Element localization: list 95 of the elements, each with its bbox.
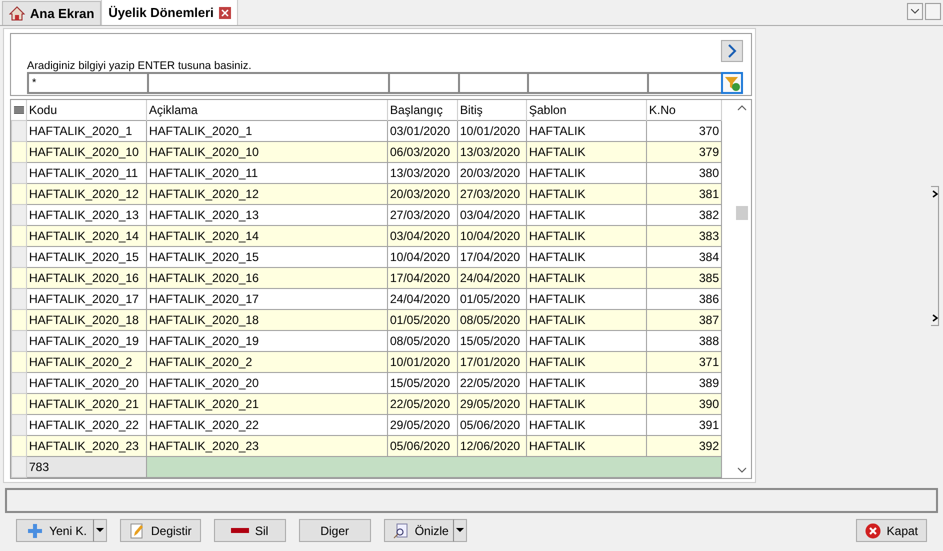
- close-button[interactable]: Kapat: [856, 519, 927, 542]
- table-cell: HAFTALIK: [526, 310, 646, 330]
- table-cell: HAFTALIK_2020_12: [146, 184, 388, 204]
- table-cell: HAFTALIK_2020_23: [146, 436, 388, 456]
- table-cell: HAFTALIK_2020_16: [26, 268, 146, 288]
- table-cell: HAFTALIK: [526, 394, 646, 414]
- column-header[interactable]: Kodu: [26, 100, 146, 120]
- table-cell: 10/04/2020: [458, 226, 526, 246]
- table-cell: 383: [646, 226, 722, 246]
- table-cell: 392: [646, 436, 722, 456]
- table-cell: 01/05/2020: [388, 310, 458, 330]
- dropdown-button[interactable]: [94, 519, 107, 542]
- table-cell: 371: [646, 352, 722, 372]
- search-hint: Aradiginiz bilgiyi yazip ENTER tusuna basiniz.: [27, 59, 252, 74]
- toolbar-button[interactable]: Diger: [298, 519, 371, 542]
- table-cell: HAFTALIK_2020_23: [26, 436, 146, 456]
- close-icon[interactable]: [218, 6, 231, 18]
- toolbar-button[interactable]: Sil: [214, 519, 286, 542]
- toolbar-button[interactable]: Yeni K.: [16, 519, 94, 542]
- plus-icon: [27, 522, 44, 538]
- column-header[interactable]: Şablon: [526, 100, 646, 120]
- table-cell: 387: [646, 310, 722, 330]
- tab[interactable]: Ana Ekran: [2, 1, 102, 25]
- table-cell: HAFTALIK_2020_18: [146, 310, 388, 330]
- table-cell: 381: [646, 184, 722, 204]
- table-cell: 27/03/2020: [458, 184, 526, 204]
- table-cell: HAFTALIK_2020_10: [146, 142, 388, 162]
- table-cell: 17/04/2020: [388, 268, 458, 288]
- tab[interactable]: Üyelik Dönemleri: [101, 0, 238, 25]
- table-cell: HAFTALIK_2020_1: [146, 120, 388, 142]
- dropdown-button[interactable]: [454, 519, 467, 542]
- chevron-right-icon: [727, 44, 737, 58]
- table-cell: HAFTALIK_2020_2: [146, 352, 388, 372]
- table-cell: HAFTALIK: [526, 436, 646, 456]
- pencil-icon: [129, 522, 145, 538]
- table-cell: 03/04/2020: [388, 226, 458, 246]
- table-cell: HAFTALIK_2020_12: [26, 184, 146, 204]
- scroll-up-icon[interactable]: [737, 104, 747, 112]
- table-cell: 17/01/2020: [458, 352, 526, 372]
- table-cell: HAFTALIK: [526, 352, 646, 372]
- table-cell: 12/06/2020: [458, 436, 526, 456]
- caret-icon: [96, 528, 104, 533]
- splitter-handle[interactable]: [931, 186, 939, 326]
- house-icon: [9, 6, 25, 21]
- table-cell: 385: [646, 268, 722, 288]
- table-cell: HAFTALIK_2020_16: [146, 268, 388, 288]
- table-cell: 379: [646, 142, 722, 162]
- table-cell: HAFTALIK_2020_21: [26, 394, 146, 414]
- record-count: 783: [26, 456, 146, 478]
- table-cell: HAFTALIK: [526, 142, 646, 162]
- table-cell: 24/04/2020: [458, 268, 526, 288]
- table-cell: HAFTALIK_2020_14: [26, 226, 146, 246]
- column-header[interactable]: Başlangıç: [388, 100, 458, 120]
- table-cell: 20/03/2020: [388, 184, 458, 204]
- column-header[interactable]: Bitiş: [458, 100, 526, 120]
- funnel-icon: [724, 75, 740, 91]
- table-cell: HAFTALIK: [526, 184, 646, 204]
- table-cell: HAFTALIK_2020_18: [26, 310, 146, 330]
- table-cell: 29/05/2020: [458, 394, 526, 414]
- minus-icon: [231, 528, 250, 534]
- next-button[interactable]: [721, 40, 743, 62]
- caret-icon: [911, 9, 919, 14]
- table-cell: 10/01/2020: [388, 352, 458, 372]
- table-cell: 08/05/2020: [458, 310, 526, 330]
- table-cell: 390: [646, 394, 722, 414]
- caret-icon: [456, 528, 464, 533]
- column-menu-icon[interactable]: [12, 100, 26, 120]
- table-cell: HAFTALIK_2020_2: [26, 352, 146, 372]
- table-cell: HAFTALIK: [526, 120, 646, 142]
- table-cell: 05/06/2020: [388, 436, 458, 456]
- table-cell: HAFTALIK: [526, 268, 646, 288]
- close-icon: [864, 522, 881, 538]
- filter-field[interactable]: *: [27, 72, 147, 94]
- table-cell: HAFTALIK_2020_21: [146, 394, 388, 414]
- filter-field[interactable]: [458, 72, 527, 94]
- column-header[interactable]: K.No: [646, 100, 722, 120]
- table-cell: 13/03/2020: [458, 142, 526, 162]
- table-cell: HAFTALIK_2020_10: [26, 142, 146, 162]
- scroll-thumb[interactable]: [736, 206, 748, 220]
- table-cell: 06/03/2020: [388, 142, 458, 162]
- table-cell: HAFTALIK_2020_14: [146, 226, 388, 246]
- magnifier-icon: [392, 522, 409, 538]
- filter-field[interactable]: [647, 72, 722, 94]
- filter-button[interactable]: [721, 72, 743, 94]
- table-cell: HAFTALIK_2020_1: [26, 120, 146, 142]
- filter-field[interactable]: [527, 72, 647, 94]
- scroll-down-icon[interactable]: [737, 466, 747, 474]
- toolbar-button[interactable]: Önizle: [384, 519, 454, 542]
- filter-field[interactable]: [147, 72, 388, 94]
- column-header[interactable]: Açiklama: [146, 100, 388, 120]
- table-cell: HAFTALIK: [526, 226, 646, 246]
- toolbar-button[interactable]: Degistir: [120, 519, 201, 542]
- filter-field[interactable]: [388, 72, 458, 94]
- dropdown-button[interactable]: [907, 3, 923, 20]
- table-cell: 22/05/2020: [388, 394, 458, 414]
